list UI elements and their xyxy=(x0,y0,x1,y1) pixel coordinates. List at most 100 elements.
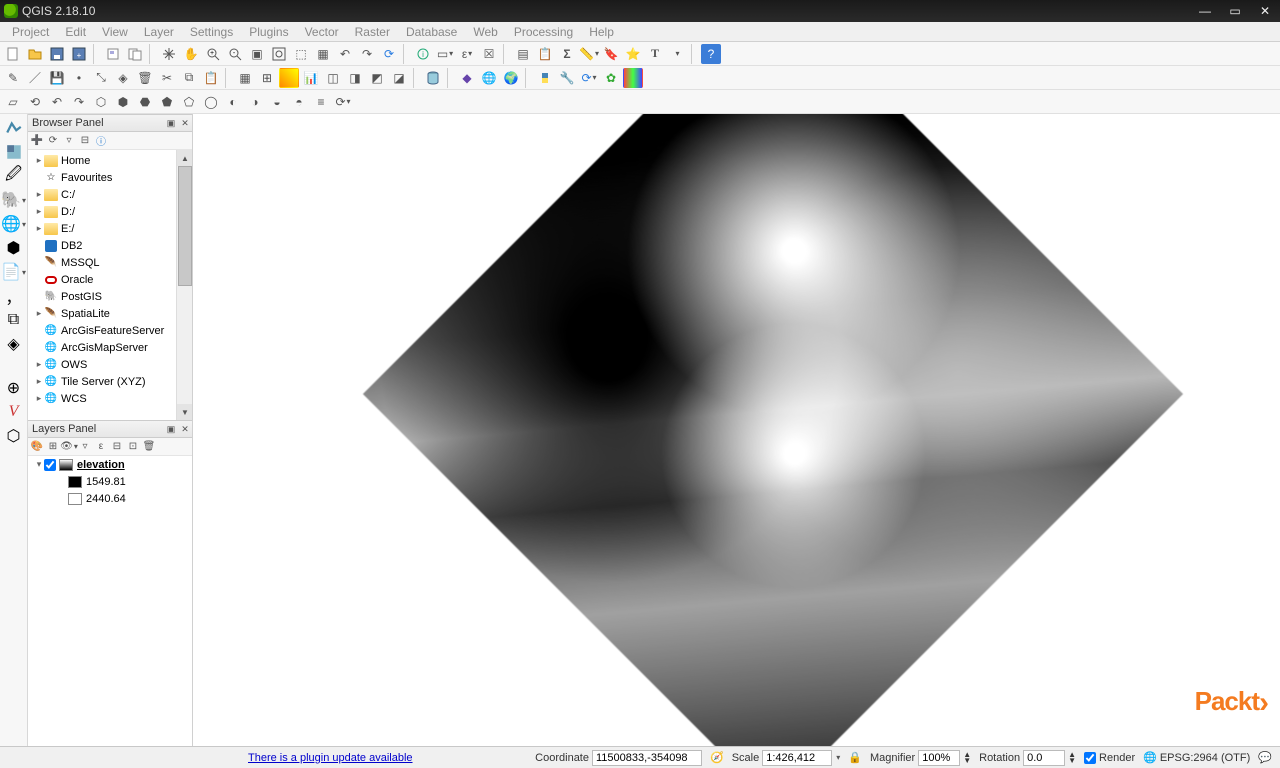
help-icon[interactable]: ? xyxy=(701,44,721,64)
db-manager-icon[interactable] xyxy=(423,68,443,88)
add-virtual-icon[interactable]: ⧉ xyxy=(4,310,24,330)
browser-filter-icon[interactable]: ▿ xyxy=(62,134,76,148)
layers-style-icon[interactable]: 🎨 xyxy=(30,440,44,454)
layers-close-icon[interactable]: ✕ xyxy=(178,422,192,436)
browser-item-db2[interactable]: DB2 xyxy=(28,237,192,254)
browser-item-spatialite[interactable]: ▸🪶SpatiaLite xyxy=(28,305,192,322)
edit-line-icon[interactable]: ／ xyxy=(25,68,45,88)
georef-icon[interactable]: ⊞ xyxy=(257,68,277,88)
add-spatialite-icon[interactable]: 🖉 xyxy=(4,166,24,186)
save-edits-icon[interactable]: 💾 xyxy=(47,68,67,88)
scroll-up-icon[interactable]: ▲ xyxy=(177,150,192,166)
adv-12-icon[interactable]: ◑ xyxy=(245,92,265,112)
rotation-spinner-icon[interactable]: ▲▼ xyxy=(1068,752,1076,764)
select-icon[interactable]: ▭▾ xyxy=(435,44,455,64)
pan-icon[interactable] xyxy=(159,44,179,64)
refresh-icon[interactable]: ⟳ xyxy=(379,44,399,64)
add-csv-icon[interactable]: 📄▾ xyxy=(4,262,24,282)
gps-icon[interactable]: ⊕ xyxy=(4,378,24,398)
composer-manager-icon[interactable] xyxy=(125,44,145,64)
annotation-dropdown-icon[interactable]: ▾ xyxy=(667,44,687,64)
browser-item-wcs[interactable]: ▸🌐WCS xyxy=(28,390,192,407)
browser-scrollbar[interactable]: ▲ ▼ xyxy=(176,150,192,420)
browser-add-icon[interactable]: ➕ xyxy=(30,134,44,148)
minimize-button[interactable]: — xyxy=(1190,0,1220,22)
zoom-last-icon[interactable]: ↶ xyxy=(335,44,355,64)
magnifier-spinner-icon[interactable]: ▲▼ xyxy=(963,752,971,764)
browser-props-icon[interactable]: ⓘ xyxy=(94,134,108,148)
map-canvas[interactable]: Packt› xyxy=(193,114,1280,746)
menu-plugins[interactable]: Plugins xyxy=(241,23,296,41)
layers-collapse-icon[interactable]: ⊡ xyxy=(126,440,140,454)
measure-icon[interactable]: 📏▾ xyxy=(579,44,599,64)
text-annotation-icon[interactable]: T xyxy=(645,44,665,64)
close-button[interactable]: ✕ xyxy=(1250,0,1280,22)
identify-icon[interactable]: i xyxy=(413,44,433,64)
scale-dropdown-icon[interactable]: ▾ xyxy=(835,753,840,762)
save-as-icon[interactable]: + xyxy=(69,44,89,64)
menu-processing[interactable]: Processing xyxy=(506,23,581,41)
scroll-thumb[interactable] xyxy=(178,166,192,286)
adv-15-icon[interactable]: ≡ xyxy=(311,92,331,112)
plugin-a-icon[interactable]: ◆ xyxy=(457,68,477,88)
browser-item-d-[interactable]: ▸D:/ xyxy=(28,203,192,220)
raster-full-icon[interactable]: ◩ xyxy=(367,68,387,88)
move-feature-icon[interactable]: ⤡ xyxy=(91,68,111,88)
edit-toggle-icon[interactable]: ✎ xyxy=(3,68,23,88)
raster-calc-icon[interactable]: ▦ xyxy=(235,68,255,88)
color-scale-icon[interactable] xyxy=(623,68,643,88)
topology-icon[interactable]: ⬡ xyxy=(4,426,24,446)
zoom-in-icon[interactable]: + xyxy=(203,44,223,64)
node-tool-icon[interactable]: ◈ xyxy=(113,68,133,88)
adv-2-icon[interactable]: ⟲ xyxy=(25,92,45,112)
deselect-icon[interactable]: ☒ xyxy=(479,44,499,64)
menu-view[interactable]: View xyxy=(94,23,136,41)
raster-align-icon[interactable] xyxy=(279,68,299,88)
adv-14-icon[interactable]: ◓ xyxy=(289,92,309,112)
adv-7-icon[interactable]: ⬣ xyxy=(135,92,155,112)
add-feature-icon[interactable]: • xyxy=(69,68,89,88)
rotation-input[interactable] xyxy=(1023,750,1065,766)
adv-8-icon[interactable]: ⬟ xyxy=(157,92,177,112)
layers-panel-header[interactable]: Layers Panel ▣ ✕ xyxy=(28,420,192,438)
python-icon[interactable] xyxy=(535,68,555,88)
raster-local-icon[interactable]: ◨ xyxy=(345,68,365,88)
magnifier-input[interactable] xyxy=(918,750,960,766)
browser-item-e-[interactable]: ▸E:/ xyxy=(28,220,192,237)
open-project-icon[interactable] xyxy=(25,44,45,64)
browser-undock-icon[interactable]: ▣ xyxy=(164,116,178,130)
bookmark-icon[interactable]: 🔖 xyxy=(601,44,621,64)
layers-undock-icon[interactable]: ▣ xyxy=(164,422,178,436)
adv-1-icon[interactable]: ▱ xyxy=(3,92,23,112)
print-composer-icon[interactable] xyxy=(103,44,123,64)
browser-collapse-icon[interactable]: ⊟ xyxy=(78,134,92,148)
browser-item-favourites[interactable]: ☆Favourites xyxy=(28,169,192,186)
plugin-c-icon[interactable]: 🌍 xyxy=(501,68,521,88)
new-project-icon[interactable] xyxy=(3,44,23,64)
layer-expand-icon[interactable]: ▾ xyxy=(34,459,44,470)
browser-item-oracle[interactable]: Oracle xyxy=(28,271,192,288)
add-wfs-icon[interactable]: ⬢ xyxy=(4,238,24,258)
layers-filter-icon[interactable]: ▿ xyxy=(78,440,92,454)
field-calc-icon[interactable]: 📋 xyxy=(535,44,555,64)
browser-item-ows[interactable]: ▸🌐OWS xyxy=(28,356,192,373)
browser-refresh-icon[interactable]: ⟳ xyxy=(46,134,60,148)
add-postgis-icon[interactable]: 🐘▾ xyxy=(4,190,24,210)
menu-project[interactable]: Project xyxy=(4,23,57,41)
raster-hist-icon[interactable]: 📊 xyxy=(301,68,321,88)
layers-visibility-icon[interactable]: 👁▾ xyxy=(62,440,76,454)
crs-button[interactable]: 🌐 EPSG:2964 (OTF) xyxy=(1143,751,1250,764)
lock-icon[interactable]: 🔒 xyxy=(848,751,862,764)
browser-tree[interactable]: ▸Home☆Favourites▸C:/▸D:/▸E:/DB2🪶MSSQLOra… xyxy=(28,150,192,420)
menu-web[interactable]: Web xyxy=(465,23,505,41)
menu-database[interactable]: Database xyxy=(398,23,465,41)
menu-settings[interactable]: Settings xyxy=(182,23,241,41)
menu-vector[interactable]: Vector xyxy=(297,23,347,41)
raster-bright-icon[interactable]: ◪ xyxy=(389,68,409,88)
add-raster-icon[interactable] xyxy=(4,142,24,162)
vf-icon[interactable]: V xyxy=(4,402,24,422)
browser-item-tile-server-xyz-[interactable]: ▸🌐Tile Server (XYZ) xyxy=(28,373,192,390)
zoom-full-icon[interactable] xyxy=(269,44,289,64)
scroll-down-icon[interactable]: ▼ xyxy=(177,404,192,420)
browser-item-home[interactable]: ▸Home xyxy=(28,152,192,169)
